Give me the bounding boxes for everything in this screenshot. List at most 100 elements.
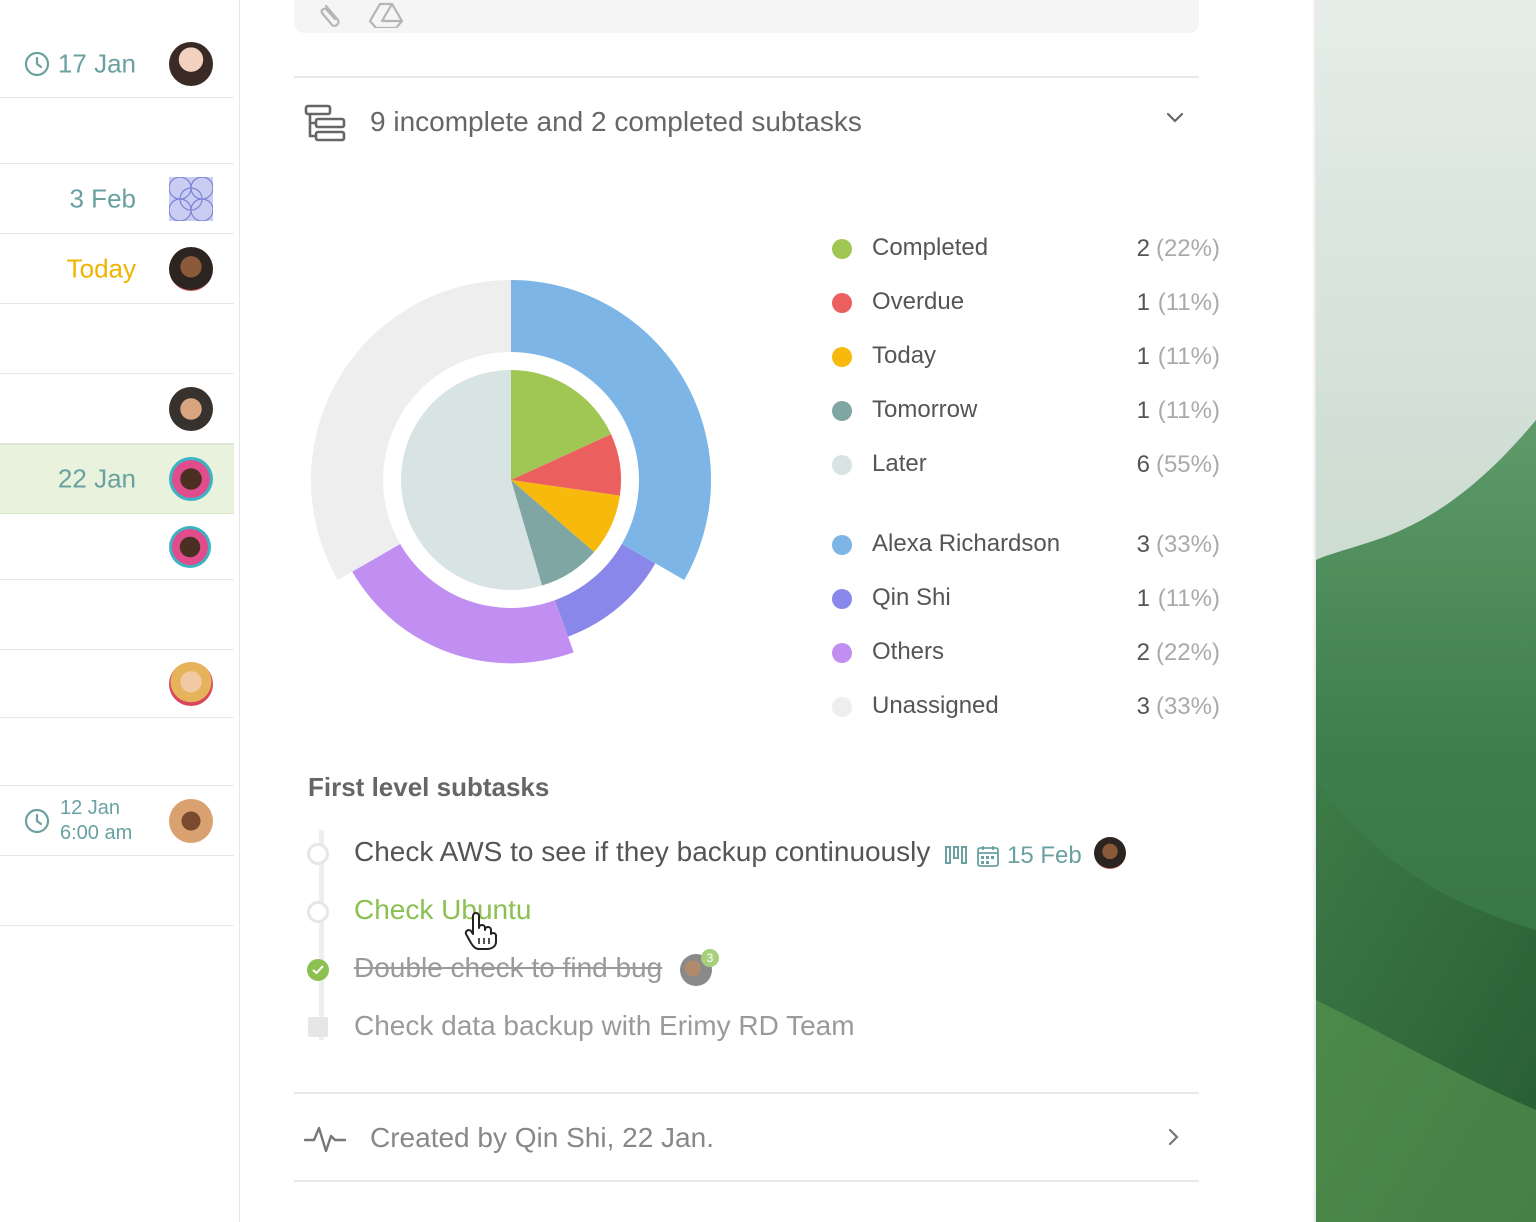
legend-label: Tomorrow: [872, 396, 978, 423]
created-by-text: Created by Qin Shi, 22 Jan.: [370, 1122, 714, 1153]
task-due-date: 12 Jan 6:00 am: [60, 796, 132, 846]
legend-item[interactable]: Today 1 (11%): [830, 336, 1225, 376]
task-row[interactable]: [0, 98, 234, 164]
legend-percent: (11%): [1157, 343, 1220, 370]
legend-percent: (33%): [1155, 693, 1220, 720]
legend-count: 1: [1136, 289, 1150, 316]
avatar: [169, 798, 213, 843]
divider: [294, 1180, 1199, 1182]
legend-label: Overdue: [872, 288, 965, 315]
task-row[interactable]: [0, 514, 234, 580]
activity-row[interactable]: Created by Qin Shi, 22 Jan.: [294, 1094, 1199, 1180]
due-date-time: 6:00 am: [60, 821, 133, 844]
legend-count: 3: [1136, 693, 1150, 720]
legend-label: Others: [872, 638, 945, 665]
avatar: [169, 246, 213, 291]
subtask-status-circle[interactable]: [307, 843, 329, 865]
avatar-count-badge: 3: [701, 949, 719, 967]
subtask-item[interactable]: Check Ubuntu: [307, 888, 1207, 950]
subtask-status-circle[interactable]: [307, 901, 329, 923]
legend-item[interactable]: Unassigned 3 (33%): [830, 686, 1225, 726]
legend-label: Today: [872, 342, 937, 369]
calendar-icon: [977, 846, 999, 867]
legend-count: 3: [1136, 531, 1150, 558]
task-row[interactable]: [0, 304, 234, 374]
check-icon: [312, 965, 324, 975]
legend-item[interactable]: Alexa Richardson 3 (33%): [830, 524, 1225, 564]
avatar: [1094, 837, 1126, 869]
task-due-date: 22 Jan: [57, 463, 136, 494]
legend-item[interactable]: Tomorrow 1 (11%): [830, 390, 1225, 430]
subtasks-header[interactable]: 9 incomplete and 2 completed subtasks: [294, 78, 1199, 168]
legend-color-dot: [832, 455, 852, 475]
legend-percent: (22%): [1155, 639, 1220, 666]
legend-percent: (11%): [1157, 585, 1220, 612]
task-row[interactable]: 3 Feb: [0, 164, 234, 234]
legend-item[interactable]: Qin Shi 1 (11%): [830, 578, 1225, 618]
background-landscape-photo: [1316, 0, 1536, 1222]
legend-color-dot: [832, 643, 852, 663]
attachment-bar: [294, 0, 1199, 33]
legend-percent: (22%): [1155, 235, 1220, 262]
legend-color-dot: [832, 239, 852, 259]
avatar: [169, 457, 213, 501]
legend-percent: (11%): [1157, 289, 1220, 316]
legend-count: 2: [1136, 235, 1150, 262]
archive-icon: [308, 1017, 328, 1037]
hand-cursor-icon: [464, 912, 497, 950]
avatar: [169, 41, 213, 86]
legend-count: 1: [1136, 585, 1150, 612]
group-avatar: [169, 176, 213, 221]
legend-color-dot: [832, 535, 852, 555]
legend-item[interactable]: Overdue 1 (11%): [830, 282, 1225, 322]
subtask-item[interactable]: Double check to find bug 3: [307, 946, 1207, 992]
legend-label: Qin Shi: [872, 584, 951, 611]
google-drive-icon[interactable]: [368, 2, 404, 28]
subtask-title[interactable]: Double check to find bug: [354, 952, 662, 984]
legend-label: Later: [872, 450, 927, 477]
activity-pulse-icon: [304, 1126, 346, 1153]
subtasks-icon: [304, 104, 346, 142]
task-row-selected[interactable]: 22 Jan: [0, 444, 234, 514]
subtask-pie-chart: [311, 280, 711, 664]
paperclip-icon[interactable]: [318, 2, 348, 28]
task-row[interactable]: [0, 580, 234, 650]
task-row[interactable]: [0, 718, 234, 786]
subtask-title[interactable]: Check Ubuntu: [354, 894, 531, 926]
avatar: [169, 386, 213, 431]
legend-color-dot: [832, 589, 852, 609]
subtask-title[interactable]: Check data backup with Erimy RD Team: [354, 1010, 855, 1042]
subtask-due-date: 15 Feb: [1007, 842, 1082, 869]
chevron-down-icon[interactable]: [1166, 112, 1184, 124]
legend-percent: (55%): [1155, 451, 1220, 478]
legend-item[interactable]: Later 6 (55%): [830, 444, 1225, 484]
subtask-item[interactable]: Check data backup with Erimy RD Team: [307, 1004, 1207, 1050]
clock-icon: [24, 51, 50, 76]
legend-count: 1: [1136, 343, 1150, 370]
task-row[interactable]: 17 Jan: [0, 30, 234, 98]
legend-count: 6: [1136, 451, 1150, 478]
task-detail-panel: 9 incomplete and 2 completed subtasks Co…: [241, 0, 1316, 1222]
legend-label: Unassigned: [872, 692, 999, 719]
subtask-title[interactable]: Check AWS to see if they backup continuo…: [354, 836, 930, 868]
task-row[interactable]: [0, 650, 234, 718]
task-row[interactable]: [0, 856, 234, 926]
task-row[interactable]: 12 Jan 6:00 am: [0, 786, 234, 856]
legend-label: Alexa Richardson: [872, 530, 1061, 557]
legend-color-dot: [832, 697, 852, 717]
task-due-date: Today: [66, 253, 136, 283]
legend-item[interactable]: Others 2 (22%): [830, 632, 1225, 672]
task-due-date: 3 Feb: [69, 183, 137, 213]
avatar: [169, 661, 213, 706]
chevron-right-icon[interactable]: [1168, 1128, 1180, 1146]
task-list-column: 17 Jan 3 Feb Today 22 Jan 12 Jan 6:00 am: [0, 0, 240, 1222]
subtask-done-check[interactable]: [307, 959, 329, 981]
legend-count: 1: [1136, 397, 1150, 424]
task-row[interactable]: [0, 374, 234, 444]
subtask-item[interactable]: Check AWS to see if they backup continuo…: [307, 830, 1207, 876]
due-date-day: 12 Jan: [60, 796, 121, 819]
legend-percent: (11%): [1157, 397, 1220, 424]
clock-icon: [24, 808, 50, 833]
legend-item[interactable]: Completed 2 (22%): [830, 228, 1225, 268]
task-row[interactable]: Today: [0, 234, 234, 304]
